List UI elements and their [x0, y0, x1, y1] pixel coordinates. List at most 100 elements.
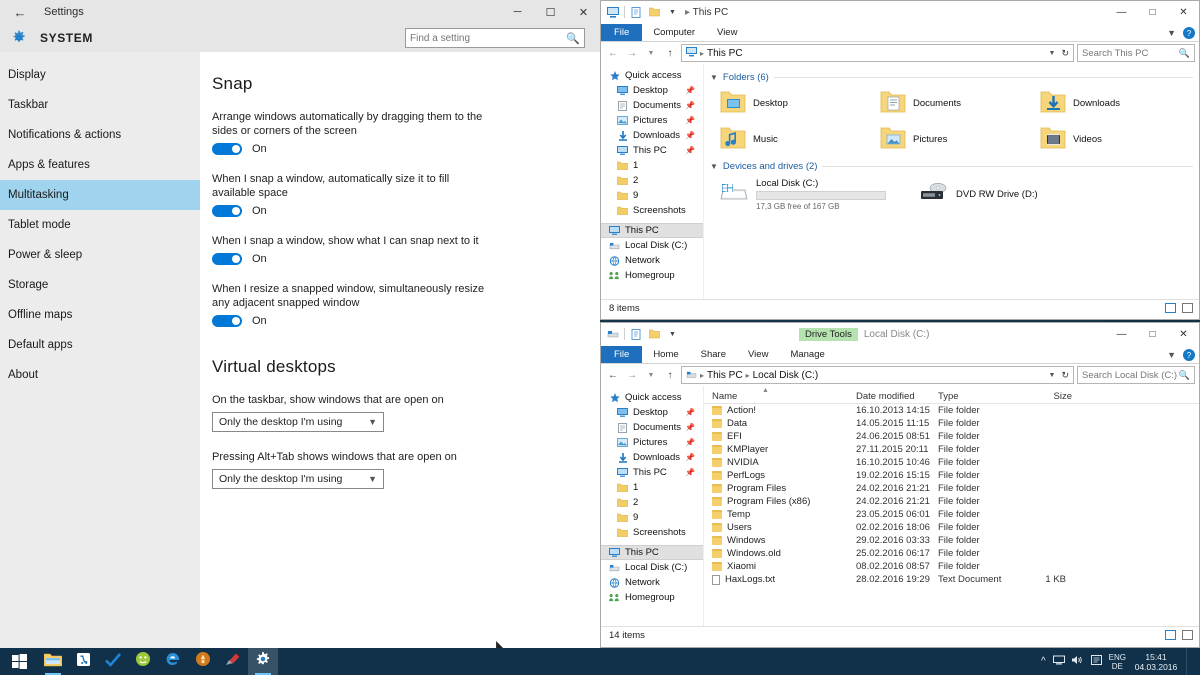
chevron-down-icon[interactable]: ▼	[1049, 50, 1056, 57]
help-icon[interactable]: ?	[1183, 27, 1195, 39]
tree-item-screenshots[interactable]: Screenshots	[601, 203, 703, 218]
ribbon-tab-file[interactable]: File	[601, 24, 642, 41]
table-row[interactable]: Program Files24.02.2016 21:21File folder	[704, 482, 1199, 495]
breadcrumb-this-pc[interactable]: This PC	[707, 48, 743, 59]
ribbon-tab-view[interactable]: View	[737, 346, 779, 363]
pin-icon[interactable]: 📌	[685, 131, 695, 140]
tree-item-homegroup[interactable]: Homegroup	[601, 268, 703, 283]
tree-item-desktop[interactable]: Desktop📌	[601, 83, 703, 98]
tree-item-1[interactable]: 1	[601, 480, 703, 495]
tree-item-homegroup[interactable]: Homegroup	[601, 590, 703, 605]
sidebar-item-taskbar[interactable]: Taskbar	[0, 90, 200, 120]
dropdown-select[interactable]: Only the desktop I'm using▼	[212, 412, 384, 432]
tree-item-downloads[interactable]: Downloads📌	[601, 128, 703, 143]
volume-icon[interactable]	[1072, 655, 1084, 668]
taskbar-item-settings[interactable]	[248, 648, 278, 675]
dropdown-select[interactable]: Only the desktop I'm using▼	[212, 469, 384, 489]
tree-item-pictures[interactable]: Pictures📌	[601, 435, 703, 450]
close-button[interactable]: ✕	[567, 0, 600, 24]
large-icons-view-button[interactable]	[1182, 630, 1193, 640]
sidebar-item-notifications-actions[interactable]: Notifications & actions	[0, 120, 200, 150]
drive-icon[interactable]	[606, 328, 619, 341]
toggle-switch[interactable]	[212, 205, 242, 217]
ribbon-tab-file[interactable]: File	[601, 346, 642, 363]
clock[interactable]: 15:41 04.03.2016	[1133, 652, 1179, 672]
minimize-button[interactable]: —	[1106, 1, 1137, 23]
tree-item-downloads[interactable]: Downloads📌	[601, 450, 703, 465]
table-row[interactable]: Users02.02.2016 18:06File folder	[704, 521, 1199, 534]
toggle-switch[interactable]	[212, 315, 242, 327]
table-row[interactable]: Xiaomi08.02.2016 08:57File folder	[704, 560, 1199, 573]
network-tray-icon[interactable]	[1053, 655, 1065, 668]
chevron-down-icon[interactable]: ▼	[1049, 372, 1056, 379]
pin-icon[interactable]: 📌	[685, 101, 695, 110]
drive-tile-dvd-rw-drive-d[interactable]: DVD RW Drive (D:)	[908, 174, 1108, 214]
explorer-search-box[interactable]: Search This PC 🔍	[1077, 44, 1195, 62]
tree-item-this-pc[interactable]: This PC	[601, 545, 703, 560]
newfolder-icon[interactable]	[648, 328, 661, 341]
properties-icon[interactable]	[630, 328, 643, 341]
pin-icon[interactable]: 📌	[685, 146, 695, 155]
maximize-button[interactable]: □	[1137, 1, 1168, 23]
sidebar-item-offline-maps[interactable]: Offline maps	[0, 300, 200, 330]
minimize-button[interactable]: ─	[501, 0, 534, 24]
taskbar-item-edge-browser[interactable]	[158, 648, 188, 675]
tree-item-local-disk-c[interactable]: Local Disk (C:)	[601, 238, 703, 253]
pin-icon[interactable]: 📌	[685, 86, 695, 95]
toggle-switch[interactable]	[212, 143, 242, 155]
sidebar-item-power-sleep[interactable]: Power & sleep	[0, 240, 200, 270]
minimize-button[interactable]: —	[1106, 323, 1137, 345]
table-row[interactable]: NVIDIA16.10.2015 10:46File folder	[704, 456, 1199, 469]
tree-item-network[interactable]: Network	[601, 253, 703, 268]
address-breadcrumb-bar[interactable]: ▸ This PC ▸ Local Disk (C:) ▼ ↻	[681, 366, 1074, 384]
folder-tile-pictures[interactable]: Pictures	[868, 121, 1028, 157]
customize-chevron-icon[interactable]: ▼	[666, 328, 679, 341]
back-arrow-icon[interactable]: ←	[0, 0, 40, 24]
table-row[interactable]: Windows.old25.02.2016 06:17File folder	[704, 547, 1199, 560]
taskbar-item-orange-app[interactable]	[188, 648, 218, 675]
tree-item-this-pc[interactable]: This PC📌	[601, 465, 703, 480]
taskbar-item-store[interactable]	[68, 648, 98, 675]
refresh-icon[interactable]: ↻	[1061, 48, 1069, 59]
sidebar-item-about[interactable]: About	[0, 360, 200, 390]
tree-item-documents[interactable]: Documents📌	[601, 98, 703, 113]
pin-icon[interactable]: 📌	[685, 438, 695, 447]
forward-button[interactable]: →	[624, 367, 640, 383]
tree-item-9[interactable]: 9	[601, 510, 703, 525]
properties-icon[interactable]	[630, 6, 643, 19]
ribbon-tab-home[interactable]: Home	[642, 346, 689, 363]
tree-item-screenshots[interactable]: Screenshots	[601, 525, 703, 540]
refresh-icon[interactable]: ↻	[1061, 370, 1069, 381]
pin-icon[interactable]: 📌	[685, 423, 695, 432]
chevron-down-icon[interactable]: ▼	[710, 162, 718, 171]
up-button[interactable]: ↑	[662, 45, 678, 61]
up-button[interactable]: ↑	[662, 367, 678, 383]
back-button[interactable]: ←	[605, 367, 621, 383]
chevron-down-icon[interactable]: ▼	[710, 73, 718, 82]
folder-tile-downloads[interactable]: Downloads	[1028, 85, 1188, 121]
taskbar-item-green-app[interactable]	[128, 648, 158, 675]
column-header-name[interactable]: Name▲	[704, 391, 856, 402]
taskbar-item-task-app[interactable]	[98, 648, 128, 675]
language-indicator[interactable]: ENG DE	[1109, 653, 1126, 671]
tree-item-quick-access[interactable]: Quick access	[601, 390, 703, 405]
ribbon-tab-computer[interactable]: Computer	[642, 24, 706, 41]
maximize-button[interactable]: ☐	[534, 0, 567, 24]
table-row[interactable]: Temp23.05.2015 06:01File folder	[704, 508, 1199, 521]
folder-tile-videos[interactable]: Videos	[1028, 121, 1188, 157]
details-view-button[interactable]	[1165, 630, 1176, 640]
details-view-button[interactable]	[1165, 303, 1176, 313]
ribbon-tab-share[interactable]: Share	[690, 346, 737, 363]
pin-icon[interactable]: 📌	[685, 116, 695, 125]
recent-locations-icon[interactable]: ▼	[643, 367, 659, 383]
address-breadcrumb-bar[interactable]: ▸ This PC ▼ ↻	[681, 44, 1074, 62]
chevron-up-icon[interactable]: ^	[1041, 656, 1046, 667]
tree-item-this-pc[interactable]: This PC📌	[601, 143, 703, 158]
action-center-icon[interactable]	[1091, 655, 1102, 668]
taskbar-item-paint[interactable]	[218, 648, 248, 675]
folder-tile-music[interactable]: Music	[708, 121, 868, 157]
tree-item-9[interactable]: 9	[601, 188, 703, 203]
group-header-drives[interactable]: ▼ Devices and drives (2)	[710, 161, 1199, 172]
tree-item-network[interactable]: Network	[601, 575, 703, 590]
tree-item-1[interactable]: 1	[601, 158, 703, 173]
